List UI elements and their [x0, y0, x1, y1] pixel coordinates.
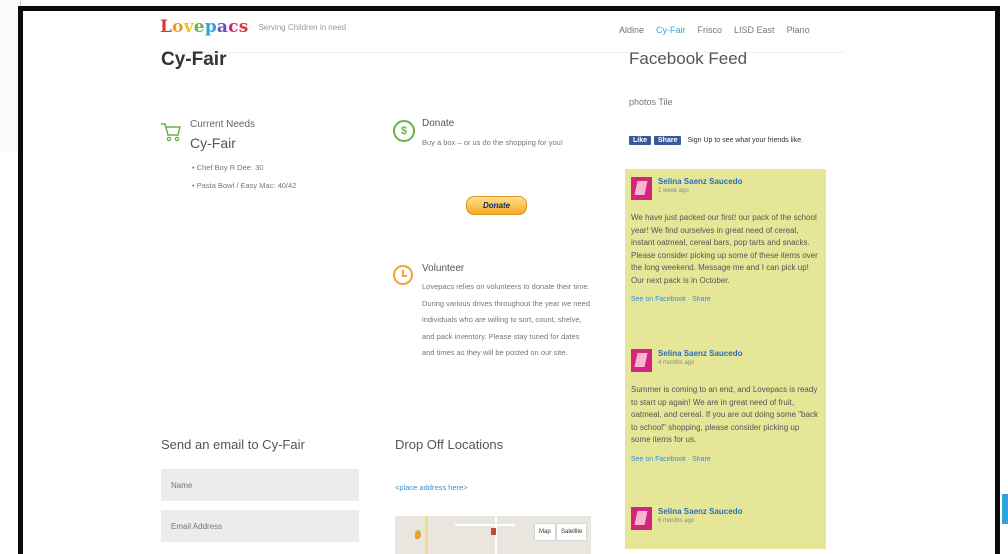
facebook-like-button[interactable]: Like — [629, 136, 652, 145]
logo-letter: c — [228, 17, 239, 37]
post-author[interactable]: Selina Saenz Saucedo — [658, 507, 742, 516]
nav-item-cy-fair[interactable]: Cy-Fair — [656, 25, 686, 35]
logo-letter: o — [172, 17, 184, 37]
donate-text: Buy a box – or us do the shopping for yo… — [422, 138, 563, 147]
post-author[interactable]: Selina Saenz Saucedo — [658, 177, 742, 186]
map-pin-icon — [415, 530, 421, 539]
map-road — [495, 516, 497, 554]
nav-item-aldine[interactable]: Aldine — [619, 25, 644, 35]
facebook-post: Selina Saenz Saucedo 6 months ago — [631, 507, 821, 530]
nav-item-lisd-east[interactable]: LISD East — [734, 25, 775, 35]
map-marker-icon — [491, 528, 496, 535]
post-time: 1 week ago — [658, 188, 689, 194]
post-actions[interactable]: See on Facebook · Share — [631, 296, 821, 303]
list-item: Pasta Bowl / Easy Mac: 40/42 — [192, 177, 297, 195]
logo-letter: p — [204, 17, 217, 37]
facebook-feed: Selina Saenz Saucedo 1 week ago We have … — [625, 169, 826, 549]
cart-icon — [161, 123, 181, 142]
clock-icon — [393, 265, 413, 285]
drop-off-address-link[interactable]: <place address here> — [395, 483, 468, 492]
map-road — [455, 524, 515, 526]
satellite-view-button[interactable]: Satellite — [557, 524, 587, 540]
email-form-title: Send an email to Cy-Fair — [161, 437, 305, 452]
needs-list: Chef Boy R Dee: 30 Pasta Bowl / Easy Mac… — [192, 159, 297, 195]
logo-letter: L — [160, 17, 173, 37]
logo-letter: s — [238, 17, 249, 37]
avatar[interactable] — [631, 177, 652, 200]
post-body: Summer is coming to an end, and Lovepacs… — [631, 385, 818, 444]
paypal-donate-button[interactable]: Donate — [466, 196, 527, 215]
browser-frame: Lovepacs Serving Children in need Aldine… — [18, 6, 1000, 554]
site-logo[interactable]: Lovepacs Serving Children in need — [160, 17, 346, 37]
nav-item-plano[interactable]: Plano — [787, 25, 810, 35]
post-author[interactable]: Selina Saenz Saucedo — [658, 349, 742, 358]
drop-off-title: Drop Off Locations — [395, 437, 504, 452]
map-road — [425, 516, 428, 554]
current-needs-city: Cy-Fair — [190, 135, 236, 151]
current-needs-label: Current Needs — [190, 119, 256, 130]
drop-off-map[interactable]: Map Satellite — [395, 516, 591, 554]
facebook-like-text: Sign Up to see what your friends like. — [687, 137, 804, 144]
logo-letter: a — [216, 17, 229, 37]
post-body: We have just packed our first! our pack … — [631, 213, 818, 285]
logo-letter: v — [183, 17, 194, 37]
page-title: Cy-Fair — [161, 49, 227, 70]
site-tagline: Serving Children in need — [258, 22, 347, 32]
name-field[interactable] — [161, 469, 359, 501]
logo-letter: e — [193, 17, 205, 37]
facebook-share-button[interactable]: Share — [654, 136, 682, 145]
dollar-icon: $ — [393, 120, 415, 142]
facebook-post: Selina Saenz Saucedo 4 months ago Summer… — [631, 349, 821, 463]
post-time: 4 months ago — [658, 360, 695, 366]
nav-item-frisco[interactable]: Frisco — [698, 25, 723, 35]
main-nav: Aldine Cy-Fair Frisco LISD East Plano — [619, 25, 810, 35]
post-actions[interactable]: See on Facebook · Share — [631, 456, 821, 463]
scroll-to-top-tab[interactable] — [1002, 494, 1008, 524]
logo-wordmark: Lovepacs — [160, 17, 248, 37]
volunteer-title: Volunteer — [422, 263, 465, 274]
donate-title: Donate — [422, 118, 455, 129]
list-item: Chef Boy R Dee: 30 — [192, 159, 296, 177]
map-view-button[interactable]: Map — [535, 524, 555, 540]
email-field[interactable] — [161, 510, 359, 542]
facebook-like-bar: Like Share Sign Up to see what your frie… — [629, 136, 803, 145]
post-time: 6 months ago — [658, 518, 695, 524]
facebook-post: Selina Saenz Saucedo 1 week ago We have … — [631, 177, 821, 303]
volunteer-text: Lovepacs relies on volunteers to donate … — [422, 282, 591, 357]
facebook-feed-title: Facebook Feed — [629, 49, 748, 68]
facebook-photos-tile: photos Tile — [629, 97, 673, 107]
avatar[interactable] — [631, 349, 652, 372]
avatar[interactable] — [631, 507, 652, 530]
